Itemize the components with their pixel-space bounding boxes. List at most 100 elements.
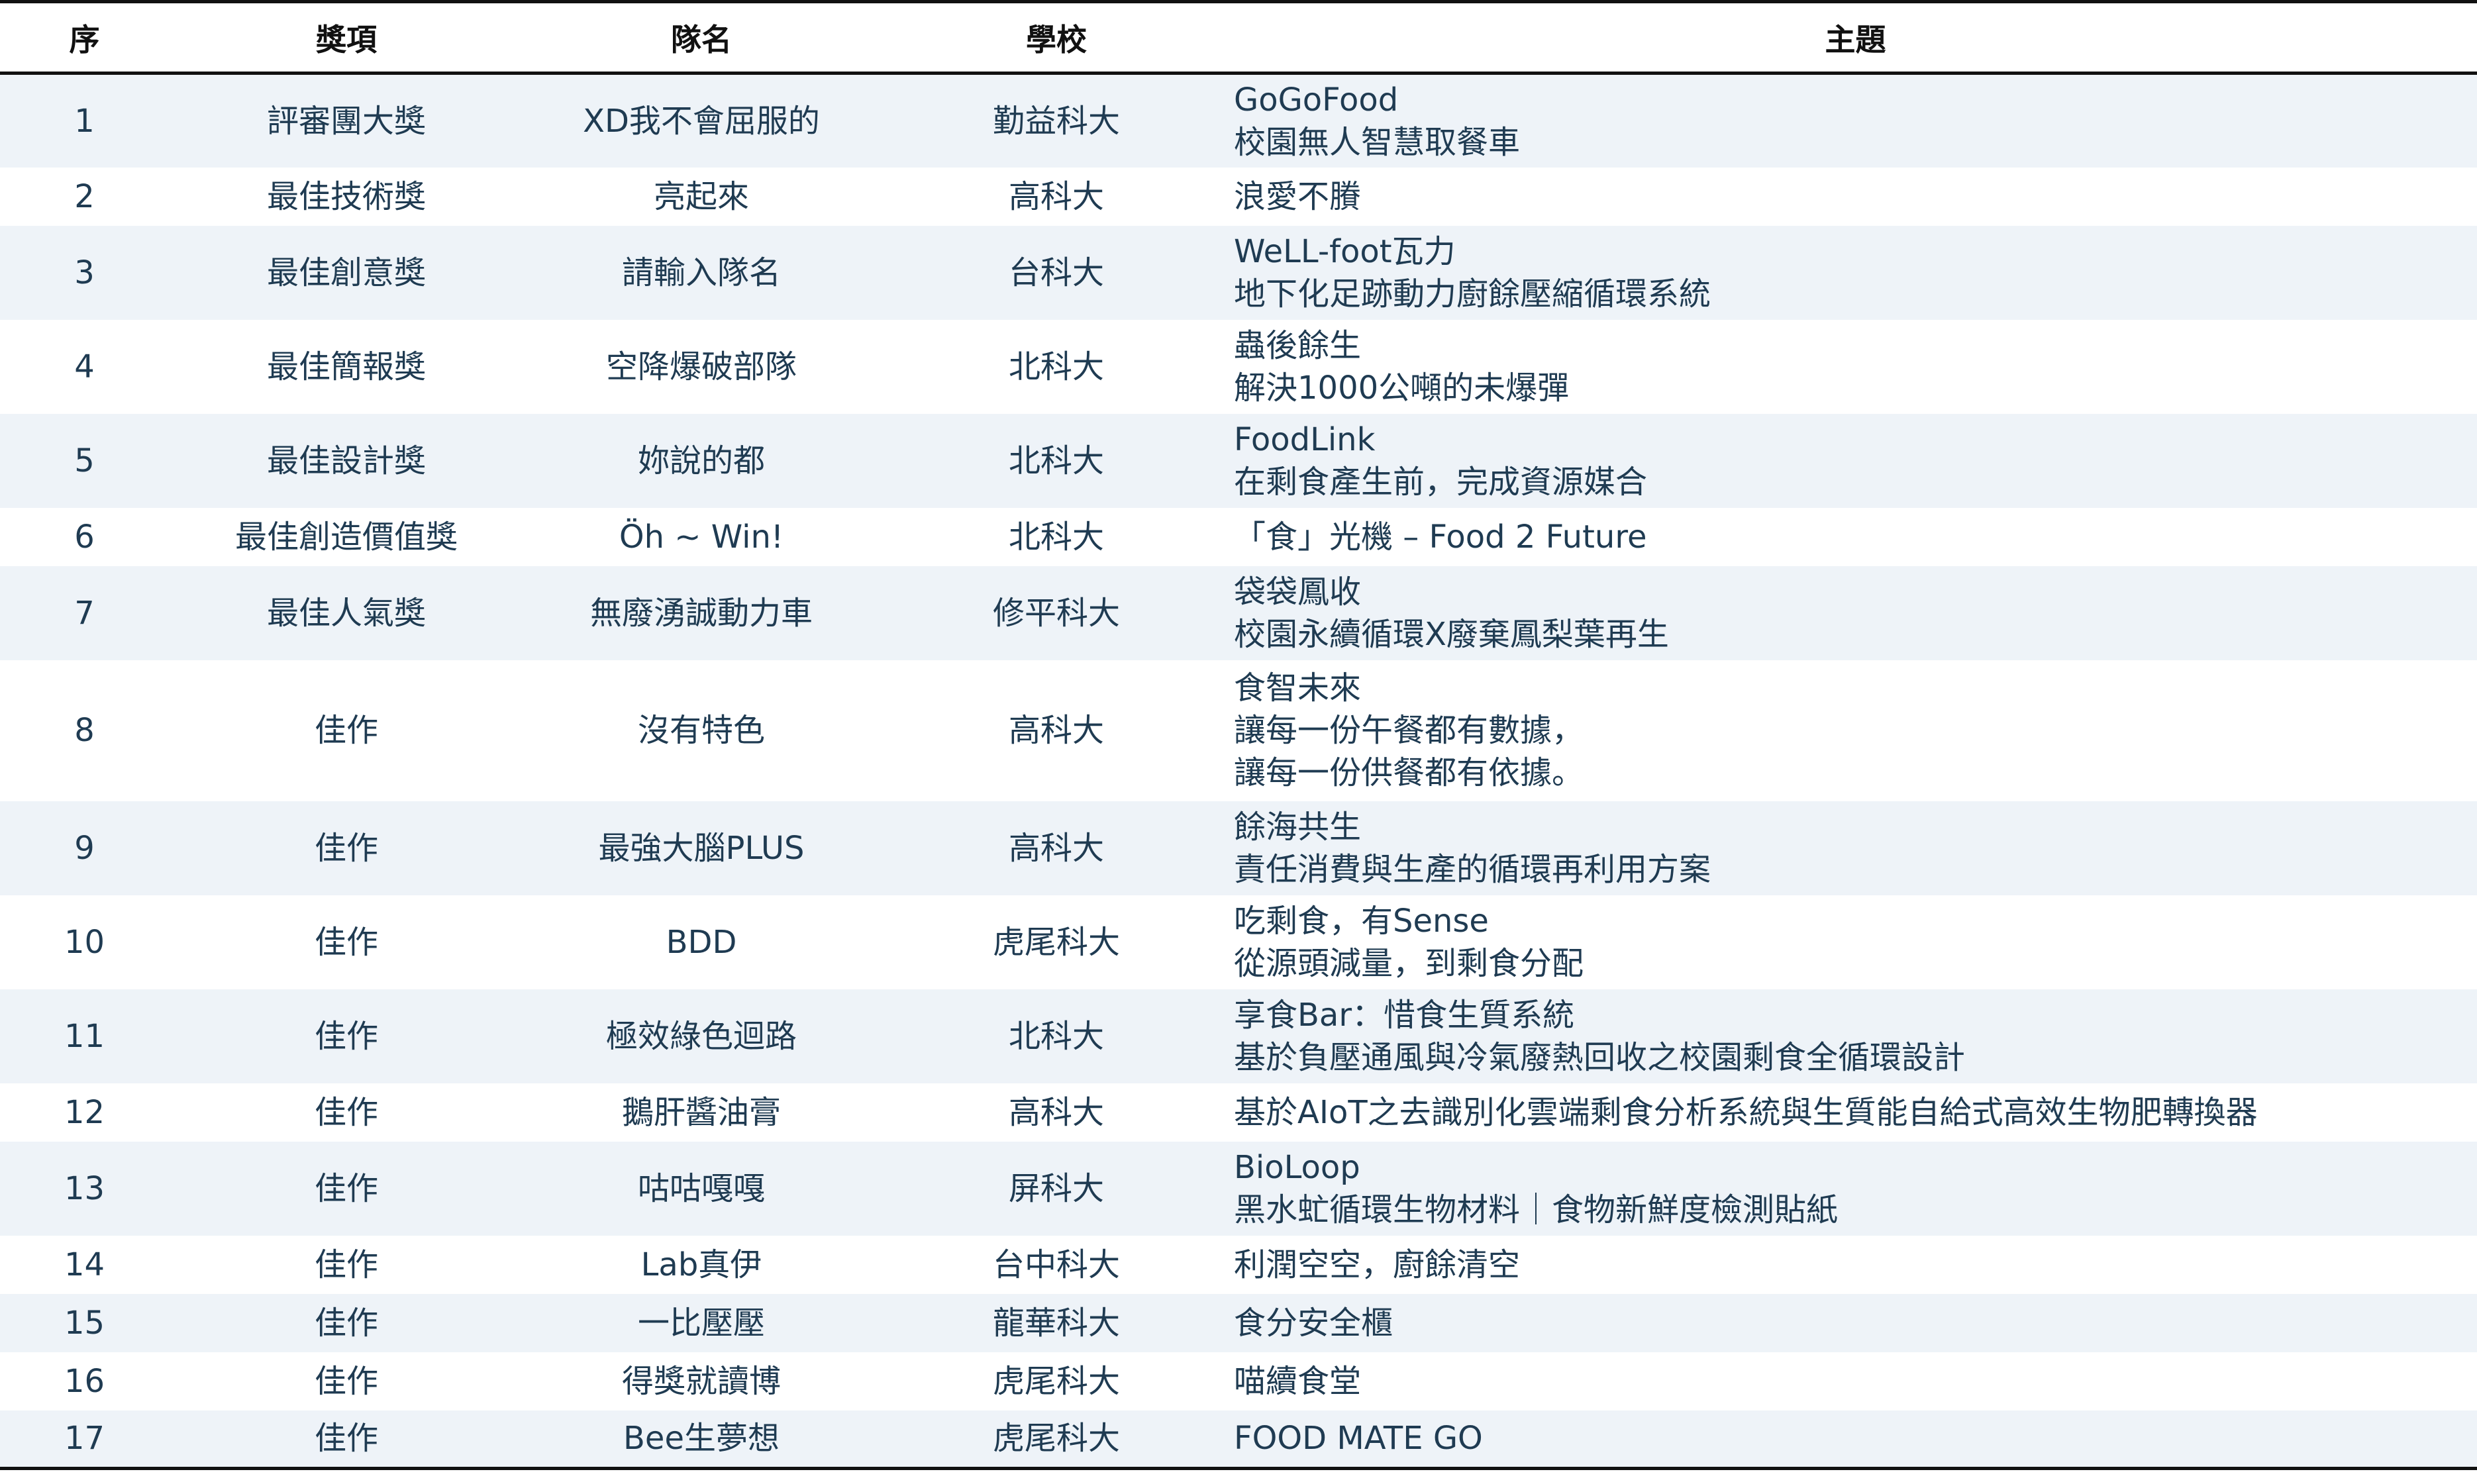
topic-line: 吃剩食，有Sense [1234, 902, 1489, 940]
cell-school: 北科大 [1008, 518, 1104, 556]
header-school: 學校 [1026, 21, 1087, 58]
cell-topic: 餘海共生 責任消費與生產的循環再利用方案 [1234, 801, 2477, 895]
table-row: 4 最佳簡報獎 空降爆破部隊 北科大 蟲後餘生 解決1000公噸的未爆彈 [0, 319, 2477, 414]
cell-seq: 13 [64, 1169, 105, 1207]
cell-school: 北科大 [1008, 442, 1104, 479]
cell-team: 鵝肝醬油膏 [621, 1093, 781, 1131]
cell-award: 評審團大獎 [266, 102, 426, 140]
cell-team: 請輸入隊名 [621, 254, 781, 291]
topic-line: 讓每一份供餐都有依據。 [1234, 754, 1584, 791]
topic-line: 蟲後餘生 [1234, 326, 1362, 364]
cell-team: 極效綠色迴路 [605, 1017, 797, 1055]
table-row: 7 最佳人氣獎 無廢湧誠動力車 修平科大 袋袋鳳收 校園永續循環X廢棄鳳梨葉再生 [0, 566, 2477, 660]
topic-line: 餘海共生 [1234, 808, 1362, 846]
cell-school: 虎尾科大 [992, 1420, 1120, 1458]
awards-table: 序 獎項 隊名 學校 主題 1 評審團大獎 XD我不會屈服的 勤益科大 GoGoFood… [0, 0, 2477, 1470]
cell-school: 台中科大 [992, 1246, 1120, 1283]
topic-line: 食分安全櫃 [1234, 1304, 1393, 1342]
topic-line: 浪愛不賸 [1234, 177, 1362, 215]
cell-award: 佳作 [314, 1304, 378, 1342]
cell-award: 最佳創造價值獎 [234, 518, 458, 556]
cell-school: 高科大 [1008, 829, 1104, 867]
cell-award: 佳作 [314, 1246, 378, 1283]
topic-line: 解決1000公噸的未爆彈 [1234, 369, 1570, 407]
cell-team: 妳說的都 [637, 442, 765, 479]
cell-team: Bee生夢想 [623, 1420, 780, 1458]
cell-seq: 17 [64, 1420, 105, 1458]
cell-team: 無廢湧誠動力車 [589, 594, 813, 632]
header-topic: 主題 [1825, 21, 1886, 58]
table-row: 3 最佳創意獎 請輸入隊名 台科大 WeLL-foot瓦力地下化足跡動力廚餘壓縮循環系統 [0, 225, 2477, 320]
topic-line: 讓每一份午餐都有數據， [1234, 712, 1584, 749]
cell-seq: 3 [74, 254, 95, 291]
topic-line: 享食Bar：惜食生質系統 [1234, 996, 1575, 1034]
cell-topic: WeLL-foot瓦力地下化足跡動力廚餘壓縮循環系統 [1234, 226, 2477, 320]
topic-line: 喵續食堂 [1234, 1362, 1362, 1400]
cell-seq: 9 [74, 829, 95, 867]
table-row: 11 佳作 極效綠色迴路 北科大 享食Bar：惜食生質系統 基於負壓通風與冷氣廢熱回收之校… [0, 989, 2477, 1083]
topic-line: GoGoFood [1234, 81, 1399, 119]
table-row: 13 佳作 咕咕嘎嘎 屏科大 BioLoop 黑水虻循環生物材料｜食物新鮮度檢測貼紙 [0, 1141, 2477, 1236]
cell-team: Öh ~ Win! [619, 518, 784, 556]
topic-line: 袋袋鳳收 [1234, 573, 1362, 611]
cell-award: 佳作 [314, 1169, 378, 1207]
topic-line: 「食」光機 – Food 2 Future [1234, 518, 1647, 556]
cell-school: 高科大 [1008, 1093, 1104, 1131]
cell-team: 一比壓壓 [637, 1304, 765, 1342]
cell-school: 高科大 [1008, 177, 1104, 215]
table-row: 8 佳作 沒有特色 高科大 食智未來 讓每一份午餐都有數據， 讓每一份供餐都有依據。 [0, 660, 2477, 801]
cell-school: 虎尾科大 [992, 1362, 1120, 1400]
cell-award: 佳作 [314, 1017, 378, 1055]
topic-line: 利潤空空，廚餘清空 [1234, 1246, 1521, 1283]
cell-topic: 袋袋鳳收 校園永續循環X廢棄鳳梨葉再生 [1234, 566, 2477, 660]
topic-line: 基於負壓通風與冷氣廢熱回收之校園剩食全循環設計 [1234, 1038, 1966, 1076]
cell-award: 佳作 [314, 1420, 378, 1458]
cell-topic: 喵續食堂 [1234, 1352, 2477, 1410]
cell-school: 勤益科大 [992, 102, 1120, 140]
cell-team: 亮起來 [653, 177, 749, 215]
cell-award: 最佳人氣獎 [266, 594, 426, 632]
cell-team: 沒有特色 [637, 712, 765, 749]
topic-line: 在剩食產生前，完成資源媒合 [1234, 463, 1648, 501]
cell-award: 佳作 [314, 1362, 378, 1400]
cell-topic: FoodLink 在剩食產生前，完成資源媒合 [1234, 414, 2477, 508]
cell-award: 最佳創意獎 [266, 254, 426, 291]
topic-line: WeLL-foot瓦力 [1234, 232, 1456, 270]
topic-line: 校園無人智慧取餐車 [1234, 123, 1521, 161]
cell-topic: 浪愛不賸 [1234, 168, 2477, 226]
topic-line: FoodLink [1234, 420, 1376, 458]
cell-seq: 6 [74, 518, 95, 556]
cell-topic: 吃剩食，有Sense 從源頭減量，到剩食分配 [1234, 895, 2477, 989]
cell-topic: 基於AIoT之去識別化雲端剩食分析系統與生質能自給式高效生物肥轉換器 [1234, 1083, 2477, 1142]
cell-school: 屏科大 [1008, 1169, 1104, 1207]
topic-line: 地下化足跡動力廚餘壓縮循環系統 [1234, 275, 1711, 313]
cell-award: 佳作 [314, 1093, 378, 1131]
cell-school: 北科大 [1008, 348, 1104, 385]
cell-seq: 11 [64, 1017, 105, 1055]
cell-seq: 16 [64, 1362, 105, 1400]
cell-topic: 「食」光機 – Food 2 Future [1234, 508, 2477, 566]
table-row: 5 最佳設計獎 妳說的都 北科大 FoodLink 在剩食產生前，完成資源媒合 [0, 413, 2477, 508]
cell-school: 龍華科大 [992, 1304, 1120, 1342]
cell-topic: 食智未來 讓每一份午餐都有數據， 讓每一份供餐都有依據。 [1234, 660, 2477, 801]
cell-seq: 7 [74, 594, 95, 632]
cell-team: 空降爆破部隊 [605, 348, 797, 385]
cell-team: 得獎就讀博 [621, 1362, 781, 1400]
table-row: 15 佳作 一比壓壓 龍華科大 食分安全櫃 [0, 1293, 2477, 1352]
table-row: 10 佳作 BDD 虎尾科大 吃剩食，有Sense 從源頭減量，到剩食分配 [0, 895, 2477, 989]
cell-award: 佳作 [314, 712, 378, 749]
cell-school: 台科大 [1008, 254, 1104, 291]
cell-topic: GoGoFood 校園無人智慧取餐車 [1234, 74, 2477, 168]
cell-team: 咕咕嘎嘎 [637, 1169, 765, 1207]
cell-school: 虎尾科大 [992, 923, 1120, 961]
table-row: 16 佳作 得獎就讀博 虎尾科大 喵續食堂 [0, 1352, 2477, 1410]
topic-line: BioLoop [1234, 1148, 1360, 1186]
cell-seq: 10 [64, 923, 105, 961]
cell-team: BDD [666, 923, 737, 961]
cell-award: 最佳簡報獎 [266, 348, 426, 385]
table-row: 2 最佳技術獎 亮起來 高科大 浪愛不賸 [0, 167, 2477, 226]
table-row: 12 佳作 鵝肝醬油膏 高科大 基於AIoT之去識別化雲端剩食分析系統與生質能自給式高效… [0, 1083, 2477, 1142]
table-row: 6 最佳創造價值獎 Öh ~ Win! 北科大 「食」光機 – Food 2 Futur… [0, 507, 2477, 566]
cell-seq: 8 [74, 712, 95, 749]
cell-school: 修平科大 [992, 594, 1120, 632]
